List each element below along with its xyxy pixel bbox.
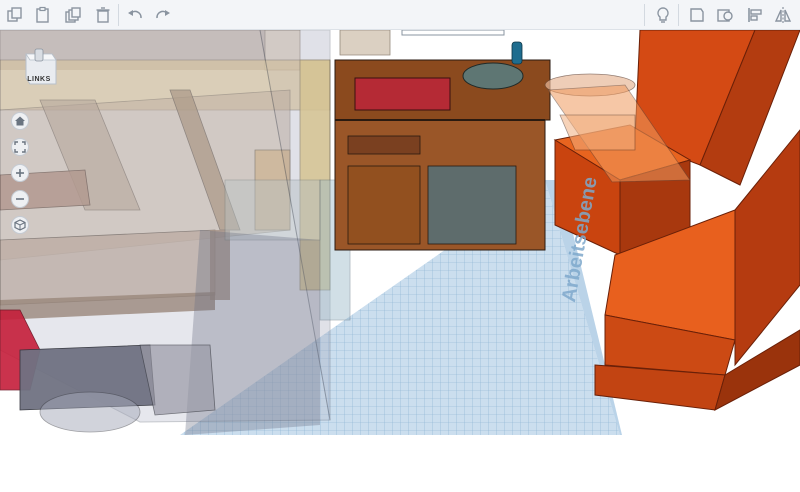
note-icon[interactable] xyxy=(686,4,708,26)
duplicate-icon[interactable] xyxy=(62,4,84,26)
view-cube[interactable]: LINKS xyxy=(18,46,60,88)
sink-cabinet[interactable] xyxy=(334,41,551,251)
faucet xyxy=(511,41,523,65)
fit-view-icon[interactable] xyxy=(11,138,29,156)
toolbar-separator xyxy=(118,4,119,26)
home-icon[interactable] xyxy=(11,112,29,130)
light-bulb-icon[interactable] xyxy=(652,4,674,26)
delete-icon[interactable] xyxy=(92,4,114,26)
align-icon[interactable] xyxy=(744,4,766,26)
view-cube-label[interactable]: LINKS xyxy=(18,76,60,83)
zoom-out-icon[interactable] xyxy=(11,190,29,208)
paste-icon[interactable] xyxy=(32,4,54,26)
undo-icon[interactable] xyxy=(124,4,146,26)
3d-viewport[interactable]: Arbeitsebene LINKS xyxy=(0,30,800,492)
scene-canvas[interactable] xyxy=(0,30,800,492)
perspective-icon[interactable] xyxy=(11,216,29,234)
toolbar-separator xyxy=(644,4,645,26)
mirror-icon[interactable] xyxy=(772,4,794,26)
ruler-icon[interactable] xyxy=(714,4,736,26)
top-toolbar xyxy=(0,0,800,30)
toolbar-separator xyxy=(678,4,679,26)
redo-icon[interactable] xyxy=(152,4,174,26)
copy-icon[interactable] xyxy=(4,4,26,26)
zoom-in-icon[interactable] xyxy=(11,164,29,182)
